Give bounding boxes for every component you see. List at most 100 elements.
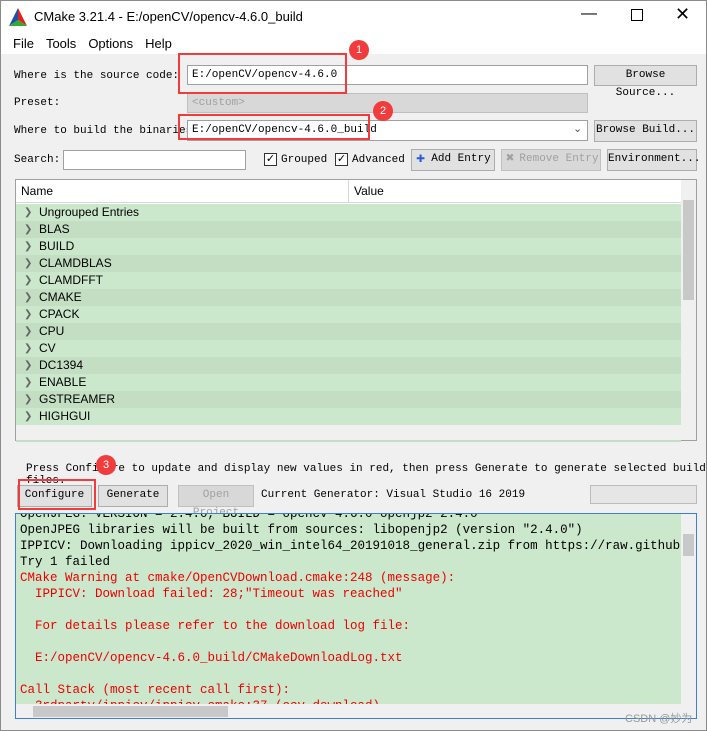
chevron-right-icon[interactable]: ❯	[24, 408, 32, 425]
grouped-checkbox[interactable]: ✓	[264, 153, 277, 166]
log-line: OpenJPEG libraries will be built from so…	[20, 523, 583, 537]
table-row[interactable]: ❯ CMAKE	[16, 289, 681, 306]
open-project-button[interactable]: Open Project	[178, 485, 254, 519]
highlight-box-build	[178, 114, 370, 140]
menu-file[interactable]: File	[13, 33, 34, 54]
log-line: For details please refer to the download…	[20, 619, 411, 633]
column-name[interactable]: Name	[16, 180, 349, 203]
horizontal-scrollbar[interactable]	[16, 425, 696, 440]
generate-button[interactable]: Generate	[98, 485, 168, 507]
remove-icon: ✖	[506, 151, 515, 167]
chevron-right-icon[interactable]: ❯	[24, 374, 32, 391]
row-label: CV	[39, 341, 56, 355]
hint-text: Press Configure to update and display ne…	[26, 463, 706, 487]
row-label: BLAS	[39, 222, 70, 236]
table-row[interactable]: ❯ Ungrouped Entries	[16, 204, 681, 221]
chevron-right-icon[interactable]: ❯	[24, 289, 32, 306]
table-row[interactable]: ❯ CLAMDBLAS	[16, 255, 681, 272]
cmake-window: CMake 3.21.4 - E:/openCV/opencv-4.6.0_bu…	[0, 0, 707, 731]
table-row[interactable]: ❯ CPU	[16, 323, 681, 340]
search-label: Search:	[14, 154, 61, 166]
preset-label: Preset:	[14, 97, 61, 109]
advanced-checkbox[interactable]: ✓	[335, 153, 348, 166]
window-title: CMake 3.21.4 - E:/openCV/opencv-4.6.0_bu…	[34, 9, 303, 24]
table-row[interactable]: ❯ BLAS	[16, 221, 681, 238]
output-log: OpenJPEG: VERSION = 2.4.0, BUILD = openc…	[15, 513, 697, 719]
cmake-logo-icon	[9, 8, 27, 26]
maximize-button[interactable]	[631, 9, 643, 21]
progress-bar	[590, 485, 697, 504]
chevron-right-icon[interactable]: ❯	[24, 238, 32, 255]
chevron-right-icon[interactable]: ❯	[24, 204, 32, 221]
log-line: IPPICV: Downloading ippicv_2020_win_inte…	[20, 539, 696, 553]
scrollbar-thumb[interactable]	[683, 534, 694, 556]
chevron-down-icon: ⌄	[573, 123, 583, 135]
chevron-right-icon[interactable]: ❯	[24, 340, 32, 357]
annotation-badge-1: 1	[349, 40, 369, 60]
close-button[interactable]: ✕	[675, 4, 690, 25]
browse-source-button[interactable]: Browse Source...	[594, 65, 697, 99]
row-label: HIGHGUI	[39, 409, 91, 423]
chevron-right-icon[interactable]: ❯	[24, 357, 32, 374]
remove-entry-button[interactable]: ✖ Remove Entry	[501, 149, 601, 171]
column-value[interactable]: Value	[349, 180, 681, 203]
table-row[interactable]: ❯ DC1394	[16, 357, 681, 374]
environment-button[interactable]: Environment...	[607, 149, 700, 171]
annotation-badge-2: 2	[373, 101, 393, 121]
highlight-box-source	[178, 53, 347, 94]
source-label: Where is the source code:	[14, 70, 180, 82]
chevron-right-icon[interactable]: ❯	[24, 221, 32, 238]
row-label: CMAKE	[39, 290, 82, 304]
title-bar: CMake 3.21.4 - E:/openCV/opencv-4.6.0_bu…	[1, 1, 706, 33]
log-line: CMake Warning at cmake/OpenCVDownload.cm…	[20, 571, 456, 585]
browse-build-button[interactable]: Browse Build...	[594, 120, 697, 142]
table-row[interactable]: ❯ GSTREAMER	[16, 391, 681, 408]
row-label: CLAMDFFT	[39, 273, 103, 287]
row-label: CLAMDBLAS	[39, 256, 112, 270]
row-label: GSTREAMER	[39, 392, 116, 406]
output-horizontal-scrollbar[interactable]	[16, 704, 696, 718]
row-label: CPU	[39, 324, 65, 338]
vertical-scrollbar[interactable]	[681, 180, 696, 425]
log-line: Try 1 failed	[20, 555, 111, 569]
build-label: Where to build the binaries	[14, 125, 193, 137]
log-line: E:/openCV/opencv-4.6.0_build/CMakeDownlo…	[20, 651, 403, 665]
plus-icon: ✚	[416, 150, 426, 167]
menu-options[interactable]: Options	[88, 33, 133, 54]
row-label: ENABLE	[39, 375, 87, 389]
cache-table: Name Value ❯ Ungrouped Entries ❯ BLAS ❯ BUILD…	[15, 179, 697, 442]
minimize-button[interactable]: —	[581, 5, 597, 23]
table-row[interactable]: ❯ BUILD	[16, 238, 681, 255]
chevron-right-icon[interactable]: ❯	[24, 272, 32, 289]
row-label: BUILD	[39, 239, 75, 253]
output-vertical-scrollbar[interactable]	[681, 514, 696, 704]
row-label: Ungrouped Entries	[39, 205, 140, 219]
search-input[interactable]	[63, 150, 246, 170]
row-label: CPACK	[39, 307, 80, 321]
remove-entry-label: Remove Entry	[519, 153, 599, 165]
current-generator: Current Generator: Visual Studio 16 2019	[261, 489, 526, 501]
row-label: DC1394	[39, 358, 84, 372]
table-row[interactable]: ❯ HIGHGUI	[16, 408, 681, 425]
watermark: CSDN @妙为	[625, 713, 693, 725]
log-line: OpenJPEG: VERSION = 2.4.0, BUILD = openc…	[20, 513, 478, 521]
chevron-right-icon[interactable]: ❯	[24, 391, 32, 408]
table-row[interactable]: ❯ CPACK	[16, 306, 681, 323]
table-row[interactable]: ❯ CLAMDFFT	[16, 272, 681, 289]
log-line: Call Stack (most recent call first):	[20, 683, 291, 697]
menu-help[interactable]: Help	[145, 33, 172, 54]
chevron-right-icon[interactable]: ❯	[24, 323, 32, 340]
menu-tools[interactable]: Tools	[46, 33, 76, 54]
table-row[interactable]: ❯ ENABLE	[16, 374, 681, 391]
highlight-box-configure	[18, 479, 96, 510]
chevron-right-icon[interactable]: ❯	[24, 255, 32, 272]
grouped-label: Grouped	[281, 154, 328, 166]
scrollbar-thumb[interactable]	[33, 706, 228, 717]
advanced-label: Advanced	[352, 154, 405, 166]
add-entry-label: Add Entry	[431, 153, 491, 165]
add-entry-button[interactable]: ✚ Add Entry	[411, 149, 495, 171]
chevron-right-icon[interactable]: ❯	[24, 306, 32, 323]
scrollbar-thumb[interactable]	[683, 200, 694, 300]
table-row[interactable]: ❯ CV	[16, 340, 681, 357]
log-line: IPPICV: Download failed: 28;"Timeout was…	[20, 587, 403, 601]
